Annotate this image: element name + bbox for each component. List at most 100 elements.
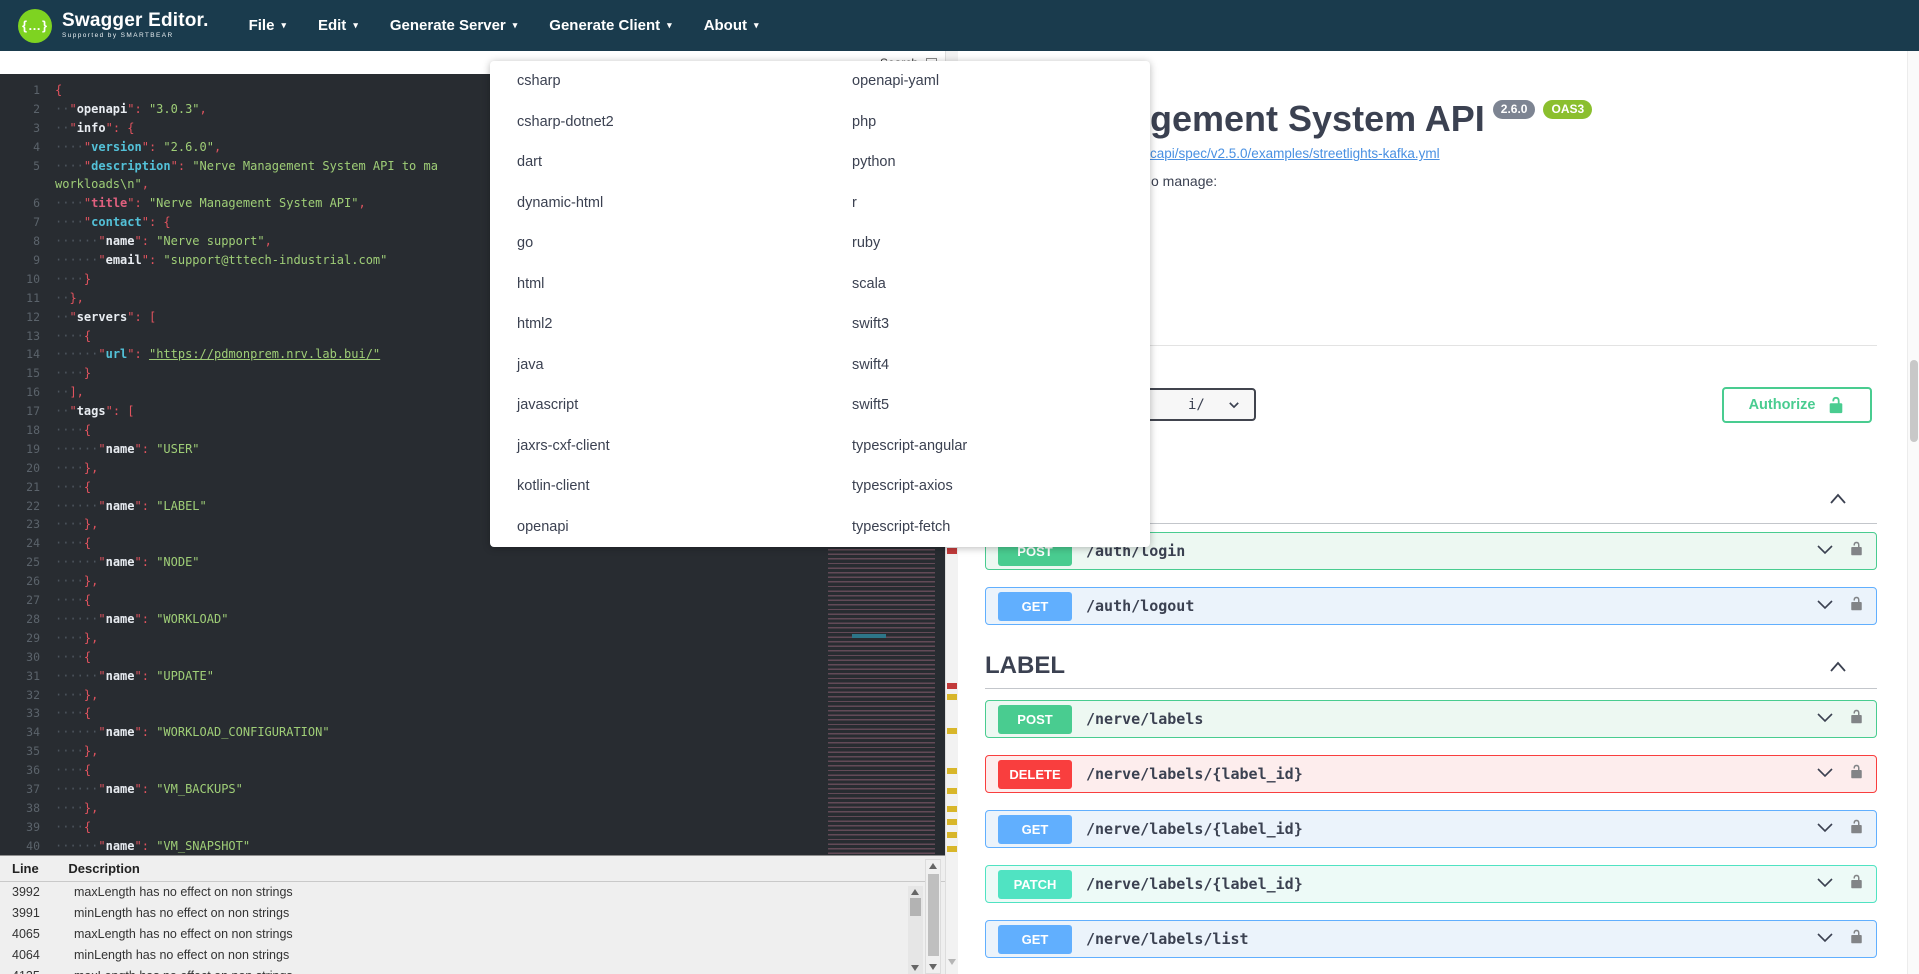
annotation-marker-yellow[interactable] [947,728,957,734]
expand-operation-button[interactable] [1815,539,1835,564]
menu-file[interactable]: File▾ [233,0,302,51]
client-option-typescript-angular[interactable]: typescript-angular [852,426,1152,467]
client-option-typescript-fetch[interactable]: typescript-fetch [852,507,1152,548]
code-token: "LABEL" [156,499,207,513]
unlocked-lock-icon[interactable] [1849,818,1864,835]
operation-lock-button[interactable] [1849,763,1864,785]
client-option-dynamic-html[interactable]: dynamic-html [517,183,817,224]
endpoint-get--auth-logout[interactable]: GET/auth/logout [985,587,1877,625]
client-option-typescript-axios[interactable]: typescript-axios [852,466,1152,507]
unlocked-lock-icon[interactable] [1849,763,1864,780]
client-option-javascript[interactable]: javascript [517,385,817,426]
client-option-python[interactable]: python [852,142,1152,183]
validation-error-panel: Line Description 3992maxLength has no ef… [0,855,945,974]
annotation-marker-yellow[interactable] [947,694,957,700]
endpoint-get--nerve-labels-label-id-[interactable]: GET/nerve/labels/{label_id} [985,810,1877,848]
scroll-up-arrow-icon[interactable] [929,863,937,869]
client-option-openapi-yaml[interactable]: openapi-yaml [852,61,1152,102]
scroll-down-arrow-icon[interactable] [911,965,919,971]
error-row[interactable]: 3991minLength has no effect on non strin… [0,903,945,924]
panel-scrollbar[interactable] [925,859,941,974]
api-spec-link[interactable]: capi/spec/v2.5.0/examples/streetlights-k… [1150,146,1440,161]
scrollbar-thumb[interactable] [1910,360,1918,442]
menu-generate-server[interactable]: Generate Server▾ [374,0,533,51]
operation-lock-button[interactable] [1849,928,1864,950]
operation-lock-button[interactable] [1849,540,1864,562]
client-option-csharp-dotnet2[interactable]: csharp-dotnet2 [517,102,817,143]
endpoint-delete--nerve-labels-label-id-[interactable]: DELETE/nerve/labels/{label_id} [985,755,1877,793]
code-text: ····}, [55,801,98,815]
operation-lock-button[interactable] [1849,708,1864,730]
client-option-jaxrs-cxf-client[interactable]: jaxrs-cxf-client [517,426,817,467]
unlocked-lock-icon[interactable] [1849,928,1864,945]
annotation-marker-yellow[interactable] [947,788,957,794]
expand-operation-button[interactable] [1815,817,1835,842]
error-row[interactable]: 4135maxLength has no effect on non strin… [0,966,945,974]
operation-lock-button[interactable] [1849,818,1864,840]
client-option-html2[interactable]: html2 [517,304,817,345]
client-option-php[interactable]: php [852,102,1152,143]
client-option-swift4[interactable]: swift4 [852,345,1152,386]
client-option-go[interactable]: go [517,223,817,264]
docs-scrollbar[interactable] [1907,51,1919,974]
scrollbar-thumb[interactable] [910,898,921,916]
client-option-scala[interactable]: scala [852,264,1152,305]
code-token: }, [84,744,98,758]
endpoint-patch--nerve-labels-label-id-[interactable]: PATCH/nerve/labels/{label_id} [985,865,1877,903]
expand-operation-button[interactable] [1815,762,1835,787]
error-row[interactable]: 4065maxLength has no effect on non strin… [0,924,945,945]
client-option-swift3[interactable]: swift3 [852,304,1152,345]
line-number: 1 [0,81,55,100]
scroll-down-arrow-icon[interactable] [929,964,937,970]
menu-edit[interactable]: Edit▾ [302,0,374,51]
endpoint-get--nerve-labels-list[interactable]: GET/nerve/labels/list [985,920,1877,958]
unlocked-lock-icon[interactable] [1849,708,1864,725]
annotation-marker-red[interactable] [947,683,957,689]
annotation-marker-yellow[interactable] [947,846,957,852]
annotation-marker-yellow[interactable] [947,832,957,838]
client-option-swift5[interactable]: swift5 [852,385,1152,426]
collapse-section-button[interactable] [1827,488,1849,515]
annotation-marker-yellow[interactable] [947,806,957,812]
expand-operation-button[interactable] [1815,707,1835,732]
client-option-openapi[interactable]: openapi [517,507,817,548]
menu-about[interactable]: About▾ [688,0,775,51]
unlocked-lock-icon[interactable] [1849,595,1864,612]
code-token: ···· [55,423,84,437]
code-token: "2.6.0" [163,140,214,154]
line-number: 2 [0,100,55,119]
operation-lock-button[interactable] [1849,873,1864,895]
client-option-kotlin-client[interactable]: kotlin-client [517,466,817,507]
client-option-html[interactable]: html [517,264,817,305]
menu-label: Edit [318,17,346,34]
expand-operation-button[interactable] [1815,594,1835,619]
unlocked-lock-icon[interactable] [1849,873,1864,890]
line-number: 7 [0,213,55,232]
error-description: maxLength has no effect on non strings [74,969,293,974]
collapse-section-button[interactable] [1827,656,1849,683]
error-row[interactable]: 3992maxLength has no effect on non strin… [0,882,945,903]
servers-select[interactable]: i/ [1140,388,1256,421]
operation-lock-button[interactable] [1849,595,1864,617]
code-text: ····}, [55,461,98,475]
annotation-marker-red[interactable] [947,548,957,554]
scroll-down-arrow-icon[interactable] [948,959,956,965]
client-option-ruby[interactable]: ruby [852,223,1152,264]
menu-generate-client[interactable]: Generate Client▾ [533,0,687,51]
error-list-scrollbar[interactable] [908,886,923,974]
expand-operation-button[interactable] [1815,927,1835,952]
client-option-dart[interactable]: dart [517,142,817,183]
client-option-csharp[interactable]: csharp [517,61,817,102]
expand-operation-button[interactable] [1815,872,1835,897]
scrollbar-thumb[interactable] [928,874,939,956]
annotation-marker-yellow[interactable] [947,819,957,825]
scroll-up-arrow-icon[interactable] [911,889,919,895]
authorize-button[interactable]: Authorize [1722,387,1872,423]
endpoint-post--nerve-labels[interactable]: POST/nerve/labels [985,700,1877,738]
error-row[interactable]: 4064minLength has no effect on non strin… [0,945,945,966]
section-title: LABEL [985,652,1065,680]
client-option-java[interactable]: java [517,345,817,386]
client-option-r[interactable]: r [852,183,1152,224]
annotation-marker-yellow[interactable] [947,768,957,774]
unlocked-lock-icon[interactable] [1849,540,1864,557]
